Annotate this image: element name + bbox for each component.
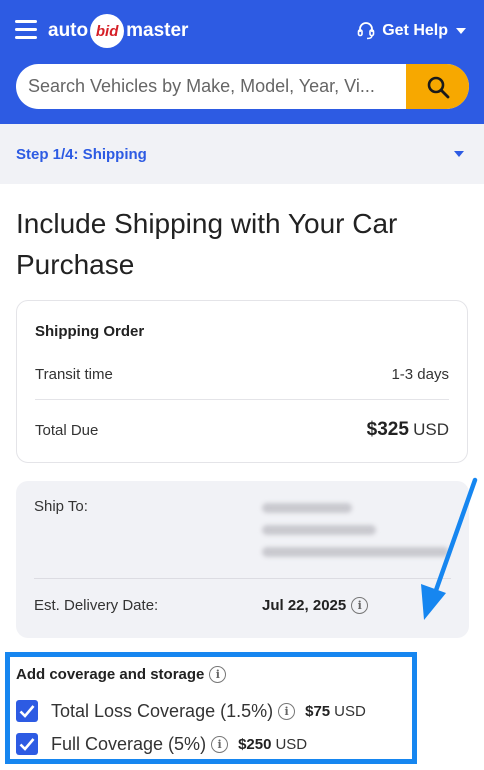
checkbox-checked-icon[interactable] [16,700,38,722]
total-loss-coverage-option[interactable]: Total Loss Coverage (1.5%) i $75 USD [16,700,366,722]
coverage-option-currency: USD [334,702,366,720]
delivery-date-value: Jul 22, 2025 i [262,597,369,614]
coverage-option-amount: $250 [238,735,272,753]
coverage-option-amount: $75 [305,702,331,720]
total-due-amount: $325 [366,419,409,440]
ship-to-panel: Ship To: Est. Delivery Date: Jul 22, 202… [16,481,469,638]
divider [34,578,451,579]
info-icon[interactable]: i [211,735,229,753]
search-button[interactable] [406,64,469,109]
headset-icon [357,22,375,40]
coverage-heading-text: Add coverage and storage [16,666,205,683]
divider [35,399,449,400]
coverage-section: Add coverage and storage i Total Loss Co… [5,652,417,764]
full-coverage-option[interactable]: Full Coverage (5%) i $250 USD [16,733,307,755]
info-icon[interactable]: i [351,597,369,614]
logo-bid-badge: bid [90,14,125,48]
delivery-date-label: Est. Delivery Date: [34,597,159,614]
transit-time-row: Transit time 1-3 days [35,363,449,385]
ship-to-label: Ship To: [34,498,88,515]
coverage-heading: Add coverage and storage i [16,666,227,683]
total-due-label: Total Due [35,421,99,439]
get-help-label: Get Help [382,21,448,39]
coverage-option-label: Full Coverage (5%) [51,733,207,754]
chevron-down-icon [456,27,466,34]
redacted-phone [262,525,376,535]
total-due-row: Total Due $325 USD [35,415,449,445]
site-header: auto bid master Get Help [0,0,484,124]
coverage-option-label: Total Loss Coverage (1.5%) [51,700,274,721]
search-icon [427,76,449,98]
logo-text-master: master [126,20,189,41]
total-due-value: $325 USD [367,419,449,441]
redacted-name [262,503,352,513]
info-icon[interactable]: i [209,666,227,683]
site-logo[interactable]: auto bid master [48,14,188,48]
info-icon[interactable]: i [278,702,296,720]
page-title: Include Shipping with Your Car Purchase [16,208,398,280]
shipping-order-card: Shipping Order Transit time 1-3 days Tot… [16,300,468,463]
search-bar [16,64,469,109]
hamburger-menu-icon[interactable] [15,20,37,40]
logo-text-auto: auto [48,20,89,41]
transit-time-value: 1-3 days [391,365,449,383]
coverage-option-currency: USD [275,735,308,753]
delivery-date: Jul 22, 2025 [262,597,347,614]
get-help-button[interactable]: Get Help [357,21,466,40]
step-label: Step 1/4: Shipping [16,145,147,163]
redacted-address [262,547,449,557]
chevron-down-icon [454,151,464,157]
checkbox-checked-icon[interactable] [16,733,38,755]
shipping-order-heading: Shipping Order [35,323,145,340]
transit-time-label: Transit time [35,365,113,383]
step-dropdown[interactable]: Step 1/4: Shipping [0,124,484,184]
search-input[interactable] [16,64,406,109]
total-due-currency: USD [413,420,449,439]
